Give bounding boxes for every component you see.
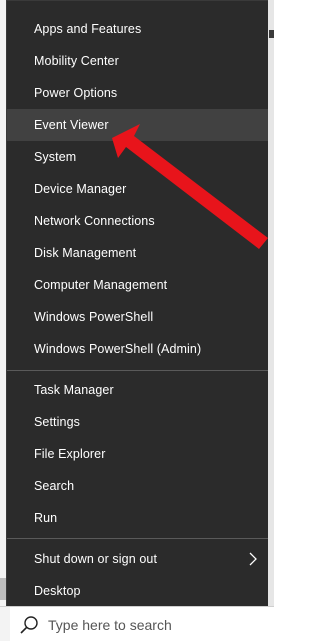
menu-separator	[7, 538, 268, 539]
search-icon	[20, 615, 38, 634]
menu-item-label: Apps and Features	[34, 22, 142, 36]
menu-item-power-options[interactable]: Power Options	[7, 77, 268, 109]
menu-item-label: System	[34, 150, 77, 164]
menu-item-label: Power Options	[34, 86, 118, 100]
search-placeholder: Type here to search	[48, 616, 172, 633]
menu-item-label: Desktop	[34, 584, 81, 598]
search-field[interactable]: Type here to search	[10, 607, 274, 641]
menu-item-label: Settings	[34, 415, 80, 429]
menu-item-label: Task Manager	[34, 383, 114, 397]
menu-item-apps-and-features[interactable]: Apps and Features	[7, 13, 268, 45]
screen: Apps and Features Mobility Center Power …	[0, 0, 274, 641]
menu-item-event-viewer[interactable]: Event Viewer	[7, 109, 268, 141]
quick-link-menu: Apps and Features Mobility Center Power …	[6, 0, 268, 606]
menu-item-computer-management[interactable]: Computer Management	[7, 269, 268, 301]
menu-item-system[interactable]: System	[7, 141, 268, 173]
menu-item-settings[interactable]: Settings	[7, 406, 268, 438]
menu-item-label: Search	[34, 479, 75, 493]
menu-item-desktop[interactable]: Desktop	[7, 575, 268, 607]
taskbar-search-box[interactable]: Type here to search	[0, 606, 274, 641]
desktop-background	[268, 0, 274, 641]
menu-separator	[7, 370, 268, 371]
menu-item-shut-down-or-sign-out[interactable]: Shut down or sign out	[7, 543, 268, 575]
menu-item-mobility-center[interactable]: Mobility Center	[7, 45, 268, 77]
menu-item-windows-powershell[interactable]: Windows PowerShell	[7, 301, 268, 333]
menu-item-label: Run	[34, 511, 58, 525]
menu-item-device-manager[interactable]: Device Manager	[7, 173, 268, 205]
menu-item-file-explorer[interactable]: File Explorer	[7, 438, 268, 470]
menu-item-disk-management[interactable]: Disk Management	[7, 237, 268, 269]
menu-item-label: Network Connections	[34, 214, 155, 228]
menu-item-label: Windows PowerShell (Admin)	[34, 342, 202, 356]
menu-item-label: Device Manager	[34, 182, 127, 196]
chevron-right-icon	[249, 552, 257, 566]
menu-item-windows-powershell-admin[interactable]: Windows PowerShell (Admin)	[7, 333, 268, 365]
menu-item-label: Windows PowerShell	[34, 310, 154, 324]
menu-item-search[interactable]: Search	[7, 470, 268, 502]
desktop-fragment	[269, 30, 274, 38]
menu-item-label: File Explorer	[34, 447, 106, 461]
menu-item-task-manager[interactable]: Task Manager	[7, 374, 268, 406]
menu-item-network-connections[interactable]: Network Connections	[7, 205, 268, 237]
menu-item-label: Disk Management	[34, 246, 137, 260]
menu-item-label: Event Viewer	[34, 118, 109, 132]
menu-item-label: Computer Management	[34, 278, 168, 292]
menu-item-run[interactable]: Run	[7, 502, 268, 534]
menu-item-label: Shut down or sign out	[34, 552, 158, 566]
menu-item-label: Mobility Center	[34, 54, 119, 68]
